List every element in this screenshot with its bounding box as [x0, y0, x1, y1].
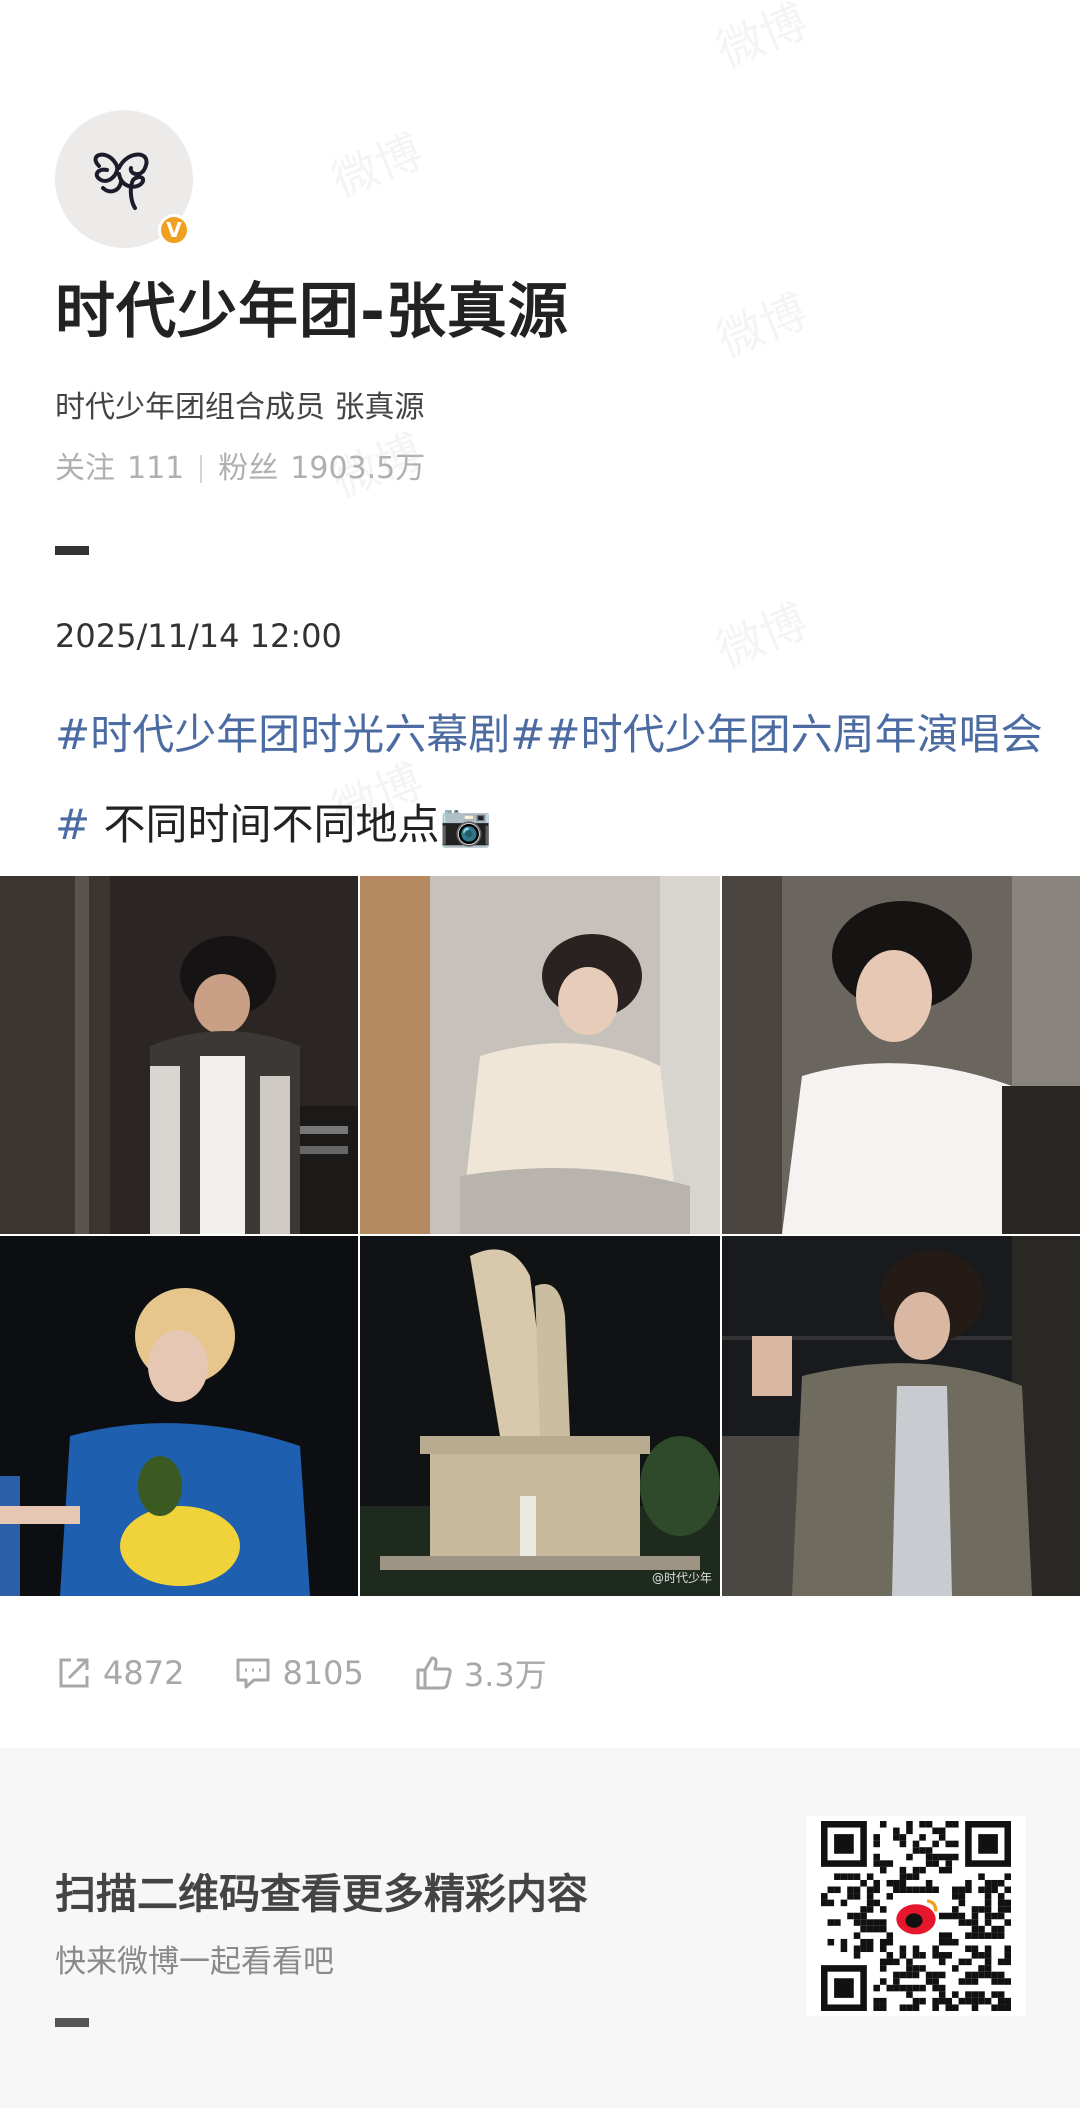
post-text: #时代少年团时光六幕剧##时代少年团六周年演唱会# 不同时间不同地点📷: [55, 690, 1045, 870]
photo-profile-white-shirt[interactable]: [722, 876, 1080, 1234]
camera-emoji-icon: 📷: [439, 800, 492, 849]
photo-checkered-jacket[interactable]: [0, 876, 358, 1234]
photo-leather-jacket[interactable]: [722, 1236, 1080, 1596]
share-icon: [59, 1658, 89, 1688]
following-label[interactable]: 关注: [55, 447, 115, 491]
share-button[interactable]: 4872: [55, 1654, 184, 1692]
watermark: 微博: [321, 115, 431, 211]
post-timestamp: 2025/11/14 12:00: [55, 617, 342, 655]
divider-mark: [55, 2018, 89, 2027]
comment-button[interactable]: 8105: [234, 1654, 364, 1692]
followers-label[interactable]: 粉丝: [218, 447, 278, 491]
watermark: 微博: [706, 585, 816, 681]
image-watermark: @时代少年: [651, 1571, 712, 1585]
profile-name[interactable]: 时代少年团-张真源: [55, 272, 569, 352]
post-action-bar: 4872 8105 3.3万: [55, 1650, 597, 1696]
share-count: 4872: [103, 1654, 185, 1692]
butterfly-logo-icon: [93, 152, 149, 210]
profile-stats: 关注 111 粉丝 1903.5万: [55, 447, 425, 491]
footer-subtitle: 快来微博一起看看吧: [55, 1944, 334, 1980]
watermark: 微博: [706, 275, 816, 371]
divider-mark: [55, 546, 89, 555]
photo-grid: @时代少年: [0, 876, 1080, 1596]
profile-description: 时代少年团组合成员 张真源: [55, 390, 425, 425]
following-count[interactable]: 111: [127, 447, 184, 491]
qr-code[interactable]: [806, 1816, 1026, 2016]
stats-divider: [200, 455, 203, 483]
post-body-text: 不同时间不同地点: [90, 800, 440, 849]
like-button[interactable]: 3.3万: [414, 1650, 547, 1696]
hashtag-link[interactable]: #时代少年团时光六幕剧#: [55, 710, 545, 759]
thumbs-up-icon: [416, 1656, 452, 1690]
footer-promo: 扫描二维码查看更多精彩内容 快来微博一起看看吧: [0, 1748, 1080, 2108]
verified-badge-icon: V: [158, 214, 190, 246]
followers-count[interactable]: 1903.5万: [290, 447, 425, 491]
footer-title: 扫描二维码查看更多精彩内容: [55, 1870, 588, 1918]
photo-blue-floral-shirt[interactable]: [0, 1236, 358, 1596]
like-count: 3.3万: [463, 1656, 547, 1694]
watermark: 微博: [706, 0, 816, 81]
photo-statue-night[interactable]: @时代少年: [360, 1236, 720, 1596]
qr-code-icon: [821, 1821, 1011, 2011]
comment-count: 8105: [282, 1654, 364, 1692]
photo-white-shirt-seated[interactable]: [360, 876, 720, 1234]
comment-icon: [236, 1658, 270, 1689]
